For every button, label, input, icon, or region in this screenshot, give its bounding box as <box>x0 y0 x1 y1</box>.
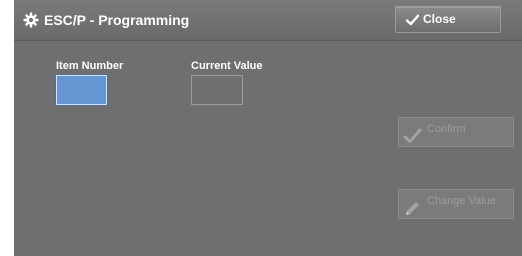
pencil-icon <box>403 199 423 217</box>
current-value-display <box>191 75 243 105</box>
item-number-label: Item Number <box>56 60 124 72</box>
programming-panel: ESC/P - Programming Close Item Number Cu… <box>14 0 522 256</box>
checkmark-icon <box>403 127 423 145</box>
change-value-button-label: Change Value <box>427 195 496 207</box>
current-value-label: Current Value <box>191 60 263 72</box>
confirm-button[interactable]: Confirm <box>398 117 514 147</box>
close-button-label: Close <box>423 12 456 26</box>
close-button[interactable]: Close <box>395 6 501 33</box>
title-bar: ESC/P - Programming Close <box>14 0 522 41</box>
gear-icon <box>23 12 41 30</box>
item-number-field[interactable] <box>56 75 107 105</box>
checkmark-icon <box>405 13 420 26</box>
change-value-button[interactable]: Change Value <box>398 189 514 219</box>
confirm-button-label: Confirm <box>427 123 466 135</box>
page-title: ESC/P - Programming <box>44 12 190 28</box>
